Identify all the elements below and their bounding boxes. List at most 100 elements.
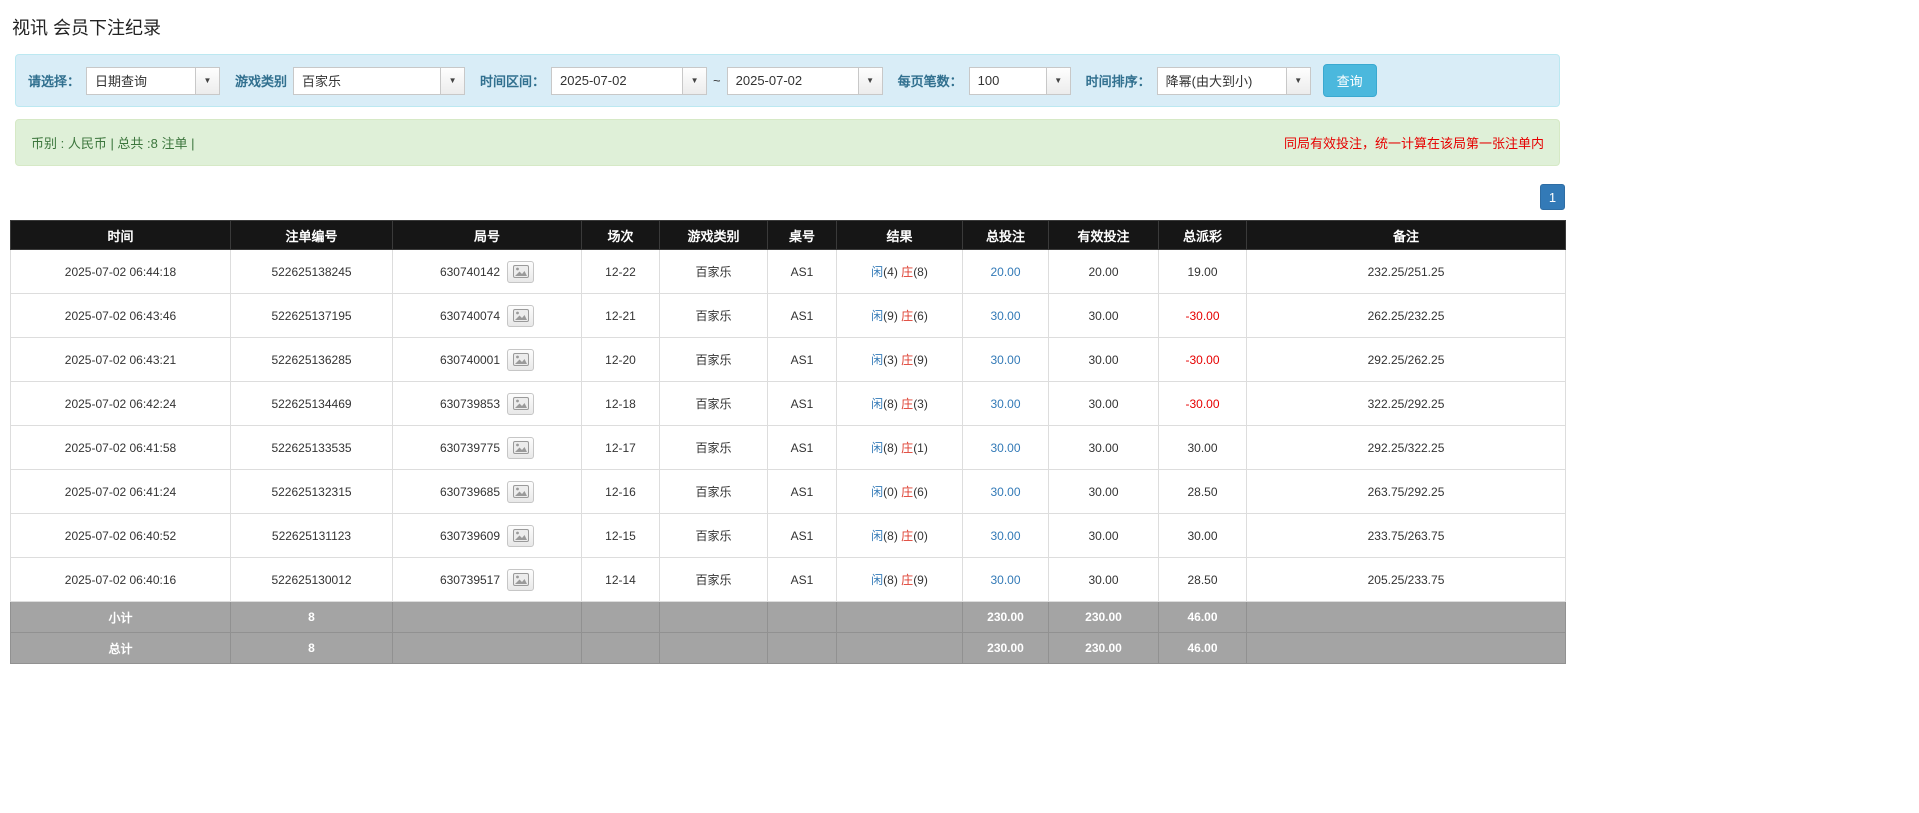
cell-session: 12-18 xyxy=(581,381,660,426)
search-button[interactable]: 查询 xyxy=(1322,64,1377,97)
table-row: 2025-07-02 06:40:52 522625131123 630739609… xyxy=(10,513,1566,558)
date-from-value[interactable]: 2025-07-02 xyxy=(551,66,684,95)
chevron-down-icon[interactable]: ▼ xyxy=(683,66,708,95)
cell-valid-bet: 30.00 xyxy=(1048,337,1159,382)
total-bet-link[interactable]: 30.00 xyxy=(990,353,1020,367)
column-header: 备注 xyxy=(1246,220,1566,250)
total-bet-link[interactable]: 30.00 xyxy=(990,309,1020,323)
cell-game-type: 百家乐 xyxy=(659,469,768,514)
player-points: (3) xyxy=(883,353,898,367)
page-size-select[interactable]: 100 ▼ xyxy=(968,66,1071,95)
cell-round: 630739853 xyxy=(392,381,582,426)
sort-order-select[interactable]: 降幂(由大到小) ▼ xyxy=(1156,66,1311,95)
total-bet-link[interactable]: 30.00 xyxy=(990,397,1020,411)
video-replay-icon xyxy=(512,397,529,410)
chevron-down-icon[interactable]: ▼ xyxy=(1046,66,1071,95)
cell-valid-bet: 30.00 xyxy=(1048,513,1159,558)
table-row: 2025-07-02 06:41:58 522625133535 630739775… xyxy=(10,425,1566,470)
footer-payout: 46.00 xyxy=(1158,632,1247,664)
page-size-value[interactable]: 100 xyxy=(968,66,1047,95)
cell-payout: -30.00 xyxy=(1158,337,1247,382)
cell-payout: 19.00 xyxy=(1158,249,1247,294)
chevron-down-icon[interactable]: ▼ xyxy=(196,66,221,95)
table-row: 2025-07-02 06:43:21 522625136285 630740001… xyxy=(10,337,1566,382)
cell-valid-bet: 30.00 xyxy=(1048,469,1159,514)
video-replay-button[interactable] xyxy=(507,568,535,591)
game-type-select[interactable]: 百家乐 ▼ xyxy=(293,66,466,95)
table-header-row: 时间 注单编号 局号 场次 游戏类别 桌号 结果 总投注 有效投注 总派彩 备注 xyxy=(10,220,1566,250)
cell-session: 12-21 xyxy=(581,293,660,338)
video-replay-icon xyxy=(512,573,529,586)
chevron-down-icon[interactable]: ▼ xyxy=(858,66,883,95)
cell-round: 630740142 xyxy=(392,249,582,294)
cell-total-bet[interactable]: 30.00 xyxy=(962,469,1049,514)
player-result: 闲 xyxy=(871,309,884,323)
cell-total-bet[interactable]: 30.00 xyxy=(962,293,1049,338)
game-type-value[interactable]: 百家乐 xyxy=(293,66,442,95)
footer-empty xyxy=(1246,632,1566,664)
chevron-down-icon[interactable]: ▼ xyxy=(1286,66,1311,95)
cell-time: 2025-07-02 06:41:58 xyxy=(10,425,231,470)
chevron-down-icon[interactable]: ▼ xyxy=(441,66,466,95)
date-to-picker[interactable]: 2025-07-02 ▼ xyxy=(726,66,883,95)
cell-result: 闲(3) 庄(9) xyxy=(836,337,963,382)
query-type-select[interactable]: 日期查询 ▼ xyxy=(86,66,221,95)
video-replay-button[interactable] xyxy=(507,348,535,371)
cell-game-type: 百家乐 xyxy=(659,249,768,294)
banker-points: (1) xyxy=(913,441,928,455)
cell-time: 2025-07-02 06:40:16 xyxy=(10,557,231,602)
cell-result: 闲(8) 庄(1) xyxy=(836,425,963,470)
cell-remark: 292.25/322.25 xyxy=(1246,425,1566,470)
valid-bet-notice-text: 同局有效投注，统一计算在该局第一张注单内 xyxy=(1283,136,1544,151)
total-bet-link[interactable]: 30.00 xyxy=(990,441,1020,455)
cell-total-bet[interactable]: 30.00 xyxy=(962,381,1049,426)
cell-round: 630739609 xyxy=(392,513,582,558)
cell-total-bet[interactable]: 30.00 xyxy=(962,513,1049,558)
column-header: 桌号 xyxy=(767,220,837,250)
sort-order-value[interactable]: 降幂(由大到小) xyxy=(1156,66,1287,95)
cell-bet-id: 522625132315 xyxy=(230,469,393,514)
cell-result: 闲(4) 庄(8) xyxy=(836,249,963,294)
video-replay-button[interactable] xyxy=(507,392,535,415)
pagination: 1 xyxy=(10,184,1565,210)
total-bet-link[interactable]: 30.00 xyxy=(990,529,1020,543)
cell-session: 12-14 xyxy=(581,557,660,602)
cell-payout: 30.00 xyxy=(1158,513,1247,558)
cell-total-bet[interactable]: 30.00 xyxy=(962,557,1049,602)
cell-table-no: AS1 xyxy=(767,469,837,514)
video-replay-button[interactable] xyxy=(507,304,535,327)
footer-empty xyxy=(392,632,582,664)
total-bet-link[interactable]: 30.00 xyxy=(990,573,1020,587)
video-replay-button[interactable] xyxy=(507,480,535,503)
date-from-picker[interactable]: 2025-07-02 ▼ xyxy=(551,66,708,95)
cell-game-type: 百家乐 xyxy=(659,337,768,382)
cell-total-bet[interactable]: 20.00 xyxy=(962,249,1049,294)
cell-total-bet[interactable]: 30.00 xyxy=(962,425,1049,470)
column-header: 结果 xyxy=(836,220,963,250)
player-points: (8) xyxy=(883,397,898,411)
page-1-button[interactable]: 1 xyxy=(1540,184,1565,210)
video-replay-button[interactable] xyxy=(507,260,535,283)
total-bet-link[interactable]: 20.00 xyxy=(990,265,1020,279)
video-replay-button[interactable] xyxy=(507,524,535,547)
date-to-value[interactable]: 2025-07-02 xyxy=(726,66,859,95)
cell-table-no: AS1 xyxy=(767,381,837,426)
cell-table-no: AS1 xyxy=(767,337,837,382)
player-result: 闲 xyxy=(871,353,884,367)
column-header: 总投注 xyxy=(962,220,1049,250)
page-title: 视讯 会员下注纪录 xyxy=(12,18,162,38)
cell-total-bet[interactable]: 30.00 xyxy=(962,337,1049,382)
banker-points: (9) xyxy=(913,353,928,367)
video-replay-button[interactable] xyxy=(507,436,535,459)
table-row: 2025-07-02 06:41:24 522625132315 630739685… xyxy=(10,469,1566,514)
time-range-label: 时间区间： xyxy=(480,74,546,89)
query-type-value[interactable]: 日期查询 xyxy=(86,66,197,95)
cell-bet-id: 522625133535 xyxy=(230,425,393,470)
page: 视讯 会员下注纪录 请选择： 日期查询 ▼ 游戏类别 百家乐 ▼ 时间区间： 2… xyxy=(0,0,1919,664)
total-bet-link[interactable]: 30.00 xyxy=(990,485,1020,499)
cell-game-type: 百家乐 xyxy=(659,381,768,426)
cell-time: 2025-07-02 06:43:21 xyxy=(10,337,231,382)
cell-valid-bet: 30.00 xyxy=(1048,381,1159,426)
cell-round: 630740074 xyxy=(392,293,582,338)
footer-empty xyxy=(836,601,963,633)
